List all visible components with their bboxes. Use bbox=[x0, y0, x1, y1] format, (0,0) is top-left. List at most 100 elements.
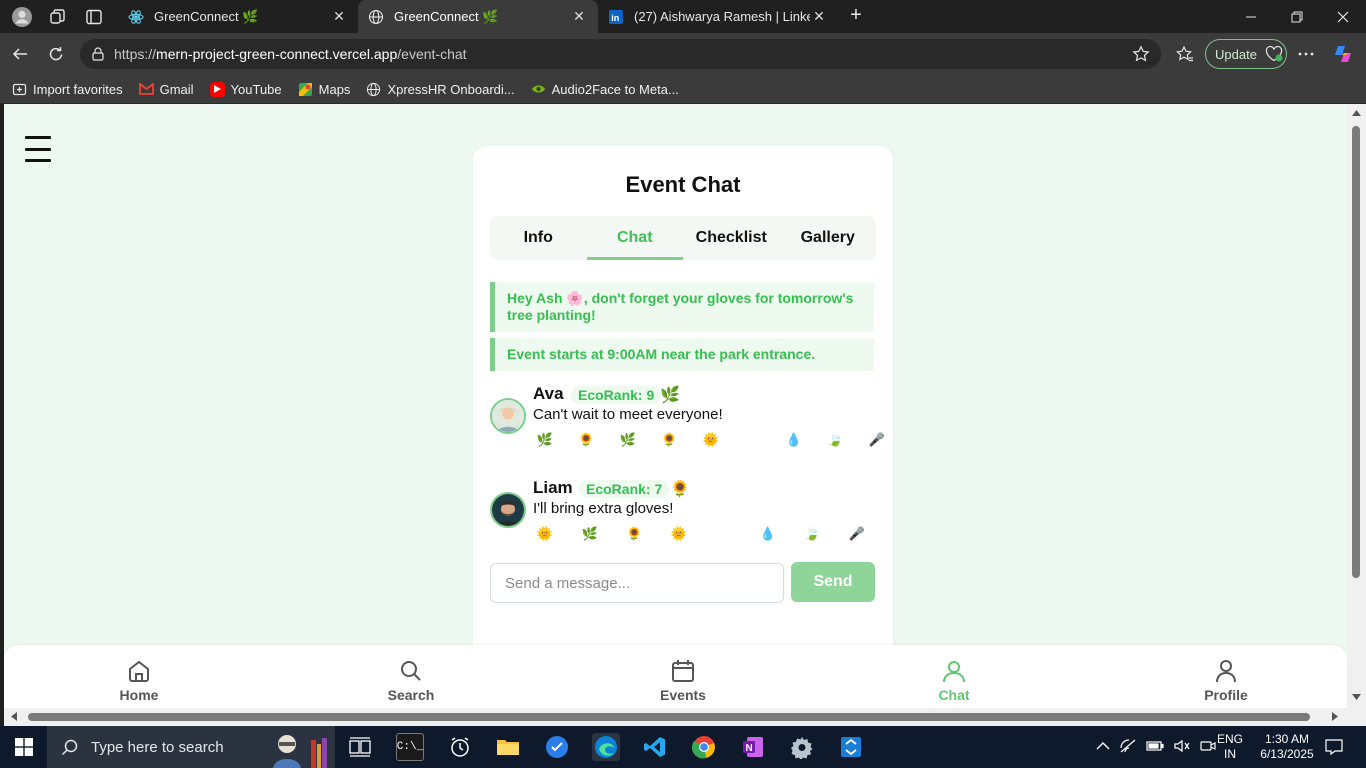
bookmark-youtube[interactable]: YouTube bbox=[209, 81, 282, 97]
file-explorer-icon[interactable] bbox=[494, 733, 522, 761]
copilot-icon[interactable] bbox=[1331, 42, 1355, 66]
page-viewport: Event Chat Info Chat Checklist Gallery H… bbox=[4, 104, 1347, 708]
vertical-scroll-thumb[interactable] bbox=[1352, 126, 1360, 578]
reaction-sunflower-icon[interactable]: 🌻 bbox=[575, 428, 599, 452]
new-tab-button[interactable]: + bbox=[845, 5, 867, 27]
nav-profile[interactable]: Profile bbox=[1176, 645, 1276, 708]
vertical-scrollbar[interactable] bbox=[1347, 104, 1366, 708]
reaction-sunflower-icon[interactable]: 🌻 bbox=[658, 428, 682, 452]
menu-hamburger-icon[interactable] bbox=[25, 136, 51, 162]
nav-home[interactable]: Home bbox=[89, 645, 189, 708]
scroll-right-arrow-icon[interactable] bbox=[1332, 712, 1338, 721]
region-code: IN bbox=[1224, 747, 1236, 761]
tab-chat[interactable]: Chat bbox=[586, 216, 684, 260]
reaction-leaf-icon[interactable]: 🍃 bbox=[824, 428, 848, 452]
workspaces-icon[interactable] bbox=[42, 3, 74, 31]
scroll-up-arrow-icon[interactable] bbox=[1352, 110, 1361, 116]
browser-tab-3[interactable]: in (27) Aishwarya Ramesh | LinkedIn ✕ bbox=[598, 0, 838, 33]
reaction-sun-icon[interactable]: 🌞 bbox=[533, 522, 557, 546]
settings-gear-icon[interactable] bbox=[788, 733, 816, 761]
favorites-icon[interactable] bbox=[1173, 42, 1197, 66]
notification-icon[interactable] bbox=[1322, 726, 1346, 768]
browser-tab-2[interactable]: GreenConnect 🌿 ✕ bbox=[358, 0, 598, 33]
reaction-microphone-icon[interactable]: 🎤 bbox=[845, 522, 869, 546]
reaction-sun-icon[interactable]: 🌞 bbox=[667, 522, 691, 546]
svg-text:in: in bbox=[611, 13, 619, 23]
vertical-tabs-icon[interactable] bbox=[78, 3, 110, 31]
network-icon[interactable] bbox=[1120, 738, 1136, 756]
reaction-sun-icon[interactable]: 🌞 bbox=[699, 428, 723, 452]
reaction-rain-cloud-icon[interactable]: 🌧 bbox=[741, 428, 765, 452]
bookmark-import-favorites[interactable]: Import favorites bbox=[12, 82, 123, 97]
maps-icon bbox=[298, 82, 313, 97]
input-language[interactable]: ENG IN bbox=[1214, 726, 1246, 768]
bookmark-xpresshr[interactable]: XpressHR Onboardi... bbox=[366, 82, 515, 97]
tab-info[interactable]: Info bbox=[490, 216, 587, 260]
bookmark-audio2face[interactable]: Audio2Face to Meta... bbox=[531, 82, 679, 97]
terminal-icon[interactable]: C:\_ bbox=[396, 733, 424, 761]
nav-events[interactable]: Events bbox=[633, 645, 733, 708]
restore-button[interactable] bbox=[1274, 0, 1320, 33]
address-bar[interactable]: https://mern-project-green-connect.verce… bbox=[80, 39, 1161, 69]
avatar[interactable] bbox=[490, 398, 526, 434]
back-arrow-icon[interactable] bbox=[8, 42, 32, 66]
close-tab-icon[interactable]: ✕ bbox=[810, 8, 828, 25]
clock-date: 6/13/2025 bbox=[1260, 747, 1314, 761]
windows-start-icon[interactable] bbox=[10, 733, 38, 761]
close-window-button[interactable] bbox=[1320, 0, 1366, 33]
close-tab-icon[interactable]: ✕ bbox=[330, 8, 348, 25]
heart-icon bbox=[1265, 46, 1283, 62]
tab-title: GreenConnect 🌿 bbox=[154, 8, 259, 24]
update-button[interactable]: Update bbox=[1205, 39, 1287, 69]
clock[interactable]: 1:30 AM 6/13/2025 bbox=[1254, 726, 1320, 768]
vscode-icon[interactable] bbox=[641, 733, 669, 761]
reaction-rain-cloud-icon[interactable]: 🌧 bbox=[711, 522, 735, 546]
reaction-sunflower-icon[interactable]: 🌻 bbox=[622, 522, 646, 546]
task-view-icon[interactable] bbox=[346, 733, 374, 761]
pinned-notice: Hey Ash 🌸, don't forget your gloves for … bbox=[490, 282, 874, 332]
taskbar-search-box[interactable]: Type here to search bbox=[47, 726, 335, 768]
remote-desktop-icon[interactable] bbox=[837, 733, 865, 761]
nav-search[interactable]: Search bbox=[361, 645, 461, 708]
send-button[interactable]: Send bbox=[791, 562, 875, 602]
avatar[interactable] bbox=[490, 492, 526, 528]
tab-checklist[interactable]: Checklist bbox=[683, 216, 780, 260]
reaction-leaf-icon[interactable]: 🍃 bbox=[800, 522, 824, 546]
reaction-microphone-icon[interactable]: 🎤 bbox=[865, 428, 889, 452]
minimize-button[interactable] bbox=[1228, 0, 1274, 33]
reaction-droplet-icon[interactable]: 💧 bbox=[782, 428, 806, 452]
battery-icon[interactable] bbox=[1146, 740, 1164, 755]
horizontal-scroll-thumb[interactable] bbox=[28, 713, 1310, 721]
reaction-herb-icon[interactable]: 🌿 bbox=[616, 428, 640, 452]
scroll-left-arrow-icon[interactable] bbox=[11, 712, 17, 721]
bookmarks-bar: Import favorites Gmail YouTube Maps Xpre… bbox=[0, 75, 1366, 104]
tab-title: GreenConnect 🌿 bbox=[394, 8, 499, 24]
volume-muted-icon[interactable] bbox=[1174, 739, 1190, 756]
reaction-bar: 🌞 🌿 🌻 🌞 🌧 💧 🍃 🎤 bbox=[533, 522, 869, 546]
profile-avatar-icon[interactable] bbox=[6, 3, 38, 31]
windows-taskbar: Type here to search C:\_ N ENG IN 1:30 A… bbox=[0, 726, 1366, 768]
nav-chat[interactable]: Chat bbox=[904, 645, 1004, 708]
chevron-up-icon[interactable] bbox=[1096, 740, 1110, 754]
alarm-clock-icon[interactable] bbox=[446, 733, 474, 761]
edge-icon[interactable] bbox=[592, 733, 620, 761]
bookmark-maps[interactable]: Maps bbox=[298, 82, 350, 97]
browser-tab-1[interactable]: GreenConnect 🌿 ✕ bbox=[118, 0, 358, 33]
message-input[interactable] bbox=[490, 563, 784, 603]
chrome-icon[interactable] bbox=[690, 733, 718, 761]
user-icon bbox=[943, 661, 965, 683]
reaction-herb-icon[interactable]: 🌿 bbox=[533, 428, 557, 452]
scroll-down-arrow-icon[interactable] bbox=[1352, 694, 1361, 700]
close-tab-icon[interactable]: ✕ bbox=[570, 8, 588, 25]
site-info-icon[interactable] bbox=[90, 46, 106, 65]
more-options-icon[interactable] bbox=[1294, 42, 1318, 66]
onenote-icon[interactable]: N bbox=[739, 733, 767, 761]
refresh-icon[interactable] bbox=[44, 42, 68, 66]
horizontal-scrollbar[interactable] bbox=[4, 708, 1347, 726]
vpn-app-icon[interactable] bbox=[543, 733, 571, 761]
reaction-droplet-icon[interactable]: 💧 bbox=[756, 522, 780, 546]
favorite-star-icon[interactable] bbox=[1132, 45, 1150, 66]
reaction-herb-icon[interactable]: 🌿 bbox=[578, 522, 602, 546]
bookmark-gmail[interactable]: Gmail bbox=[138, 82, 194, 97]
tab-gallery[interactable]: Gallery bbox=[780, 216, 877, 260]
